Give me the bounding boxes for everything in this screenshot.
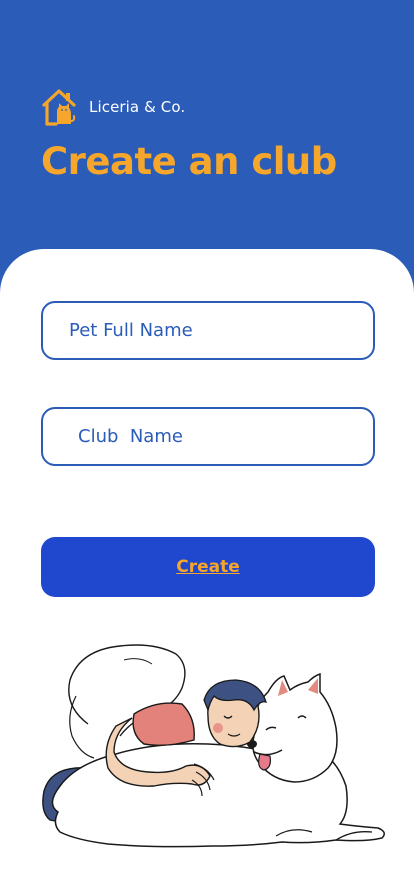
brand-name: Liceria & Co. bbox=[89, 98, 186, 116]
house-cat-logo-icon bbox=[42, 89, 76, 126]
header: Liceria & Co. Create an club bbox=[0, 0, 414, 270]
pet-full-name-field[interactable]: Pet Full Name bbox=[41, 301, 375, 360]
create-button-label: Create bbox=[176, 557, 240, 577]
boy-hugging-dog-illustration bbox=[42, 644, 385, 848]
page-title: Create an club bbox=[41, 140, 337, 183]
create-button[interactable]: Create bbox=[41, 537, 375, 597]
brand: Liceria & Co. bbox=[41, 88, 185, 126]
club-name-value: Club Name bbox=[78, 426, 183, 447]
pet-full-name-value: Pet Full Name bbox=[69, 320, 193, 341]
club-name-field[interactable]: Club Name bbox=[41, 407, 375, 466]
